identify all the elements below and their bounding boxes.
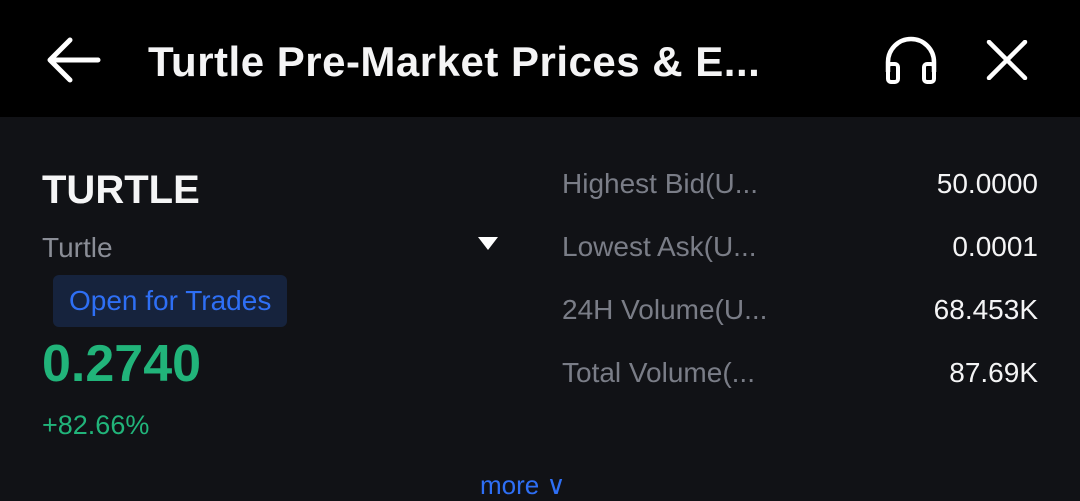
page-title: Turtle Pre-Market Prices & E... bbox=[148, 38, 761, 85]
lowest-ask-label: Lowest Ask(U... bbox=[562, 231, 757, 262]
caret-down-icon[interactable] bbox=[478, 237, 498, 251]
volume-24h-value: 68.453K bbox=[933, 294, 1038, 325]
arrow-left-icon[interactable] bbox=[44, 36, 102, 84]
app-header: Turtle Pre-Market Prices & E... bbox=[0, 0, 1080, 117]
token-name: Turtle bbox=[42, 232, 113, 263]
token-symbol: TURTLE bbox=[42, 168, 200, 212]
volume-24h-label: 24H Volume(U... bbox=[562, 294, 768, 325]
lowest-ask-value: 0.0001 bbox=[952, 231, 1038, 262]
total-volume-label: Total Volume(... bbox=[562, 357, 755, 388]
status-badge: Open for Trades bbox=[53, 275, 288, 327]
token-price: 0.2740 bbox=[42, 335, 202, 393]
price-change: +82.66% bbox=[42, 410, 150, 440]
highest-bid-value: 50.0000 bbox=[936, 168, 1038, 199]
highest-bid-label: Highest Bid(U... bbox=[562, 168, 759, 199]
headset-icon[interactable] bbox=[882, 34, 940, 84]
close-icon[interactable] bbox=[985, 40, 1029, 80]
total-volume-value: 87.69K bbox=[949, 357, 1038, 388]
